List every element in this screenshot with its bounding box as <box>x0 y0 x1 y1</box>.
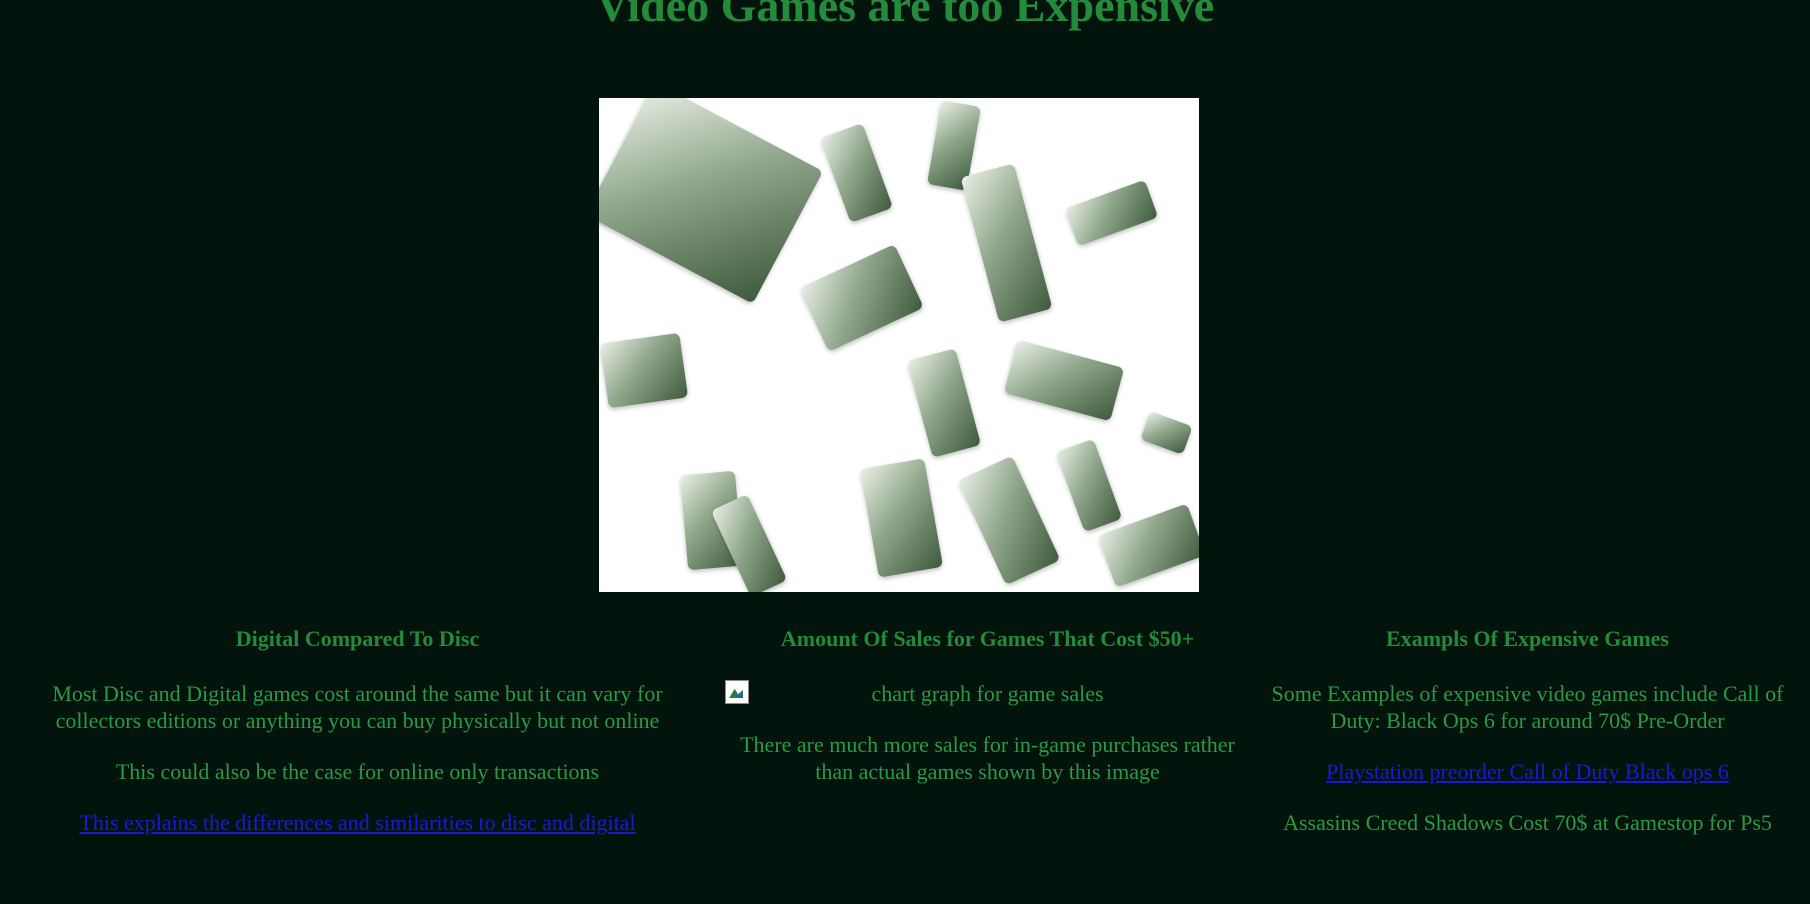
disc-digital-link[interactable]: This explains the differences and simila… <box>79 810 635 835</box>
section-sales-chart: Amount Of Sales for Games That Cost $50+… <box>720 626 1255 809</box>
broken-image-icon <box>725 680 749 705</box>
section-heading: Digital Compared To Disc <box>235 626 480 651</box>
dollar-bill-image <box>1064 179 1159 247</box>
dollar-bill-image <box>1003 339 1125 422</box>
dollar-bill-image <box>799 244 924 352</box>
dollar-bill-image <box>906 348 982 458</box>
dollar-bill-image <box>960 163 1053 323</box>
section-paragraph: Assasins Creed Shadows Cost 70$ at Games… <box>1283 810 1772 836</box>
sales-chart-image: chart graph for game sales <box>720 680 1255 707</box>
dollar-bill-image <box>957 455 1061 586</box>
section-paragraph: Some Examples of expensive video games i… <box>1271 681 1784 734</box>
dollar-bill-image <box>599 332 689 409</box>
section-paragraph: There are much more sales for in-game pu… <box>740 732 1235 785</box>
page-title: Video Games are too Expensive <box>595 0 1215 31</box>
hero-image-money <box>599 98 1199 592</box>
section-paragraph: This could also be the case for online o… <box>115 759 600 785</box>
section-expensive-games: Exampls Of Expensive Games Some Examples… <box>1265 626 1790 860</box>
dollar-bill-image <box>1055 438 1123 533</box>
image-alt-text: chart graph for game sales <box>871 680 1104 706</box>
dollar-bill-image <box>599 98 824 304</box>
section-digital-vs-disc: Digital Compared To Disc Most Disc and D… <box>10 626 705 836</box>
dollar-bill-image <box>819 123 894 223</box>
section-heading: Amount Of Sales for Games That Cost $50+ <box>780 626 1195 651</box>
dollar-bill-image <box>1140 411 1193 455</box>
section-heading: Exampls Of Expensive Games <box>1386 626 1669 651</box>
page: Video Games are too Expensive Digital Co… <box>0 0 1810 904</box>
section-paragraph: Most Disc and Digital games cost around … <box>52 681 663 734</box>
cod-preorder-link[interactable]: Playstation preorder Call of Duty Black … <box>1326 759 1729 784</box>
dollar-bill-image <box>859 458 944 578</box>
